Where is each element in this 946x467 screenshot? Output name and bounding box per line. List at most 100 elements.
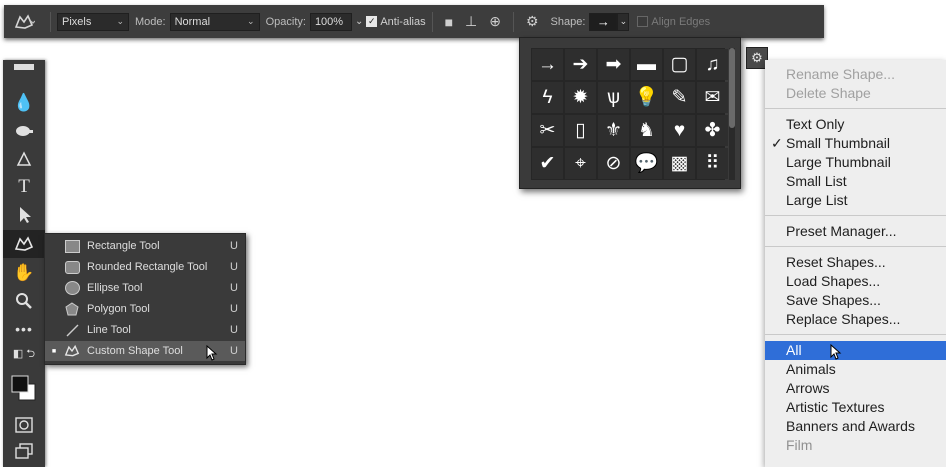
- starburst-icon[interactable]: ✹: [565, 82, 596, 113]
- fleur-de-lis-icon[interactable]: ⚜: [598, 115, 629, 146]
- path-arrangement-icon[interactable]: ⊕: [489, 13, 501, 30]
- menu-item-large-list[interactable]: Large List: [765, 191, 946, 210]
- no-sign-icon[interactable]: ⊘: [598, 148, 629, 179]
- stamp-icon[interactable]: ▯: [565, 115, 596, 146]
- grass-icon[interactable]: ѱ: [598, 82, 629, 113]
- menu-item-label: Text Only: [786, 116, 845, 132]
- polygon-icon: [63, 302, 81, 316]
- menu-item-arrows[interactable]: Arrows: [765, 379, 946, 398]
- envelope-icon[interactable]: ✉: [697, 82, 728, 113]
- menu-item-label: Large Thumbnail: [786, 154, 891, 170]
- menu-item-all[interactable]: All: [765, 341, 946, 360]
- rounded-rectangle-icon: [63, 260, 81, 274]
- more-icon[interactable]: •••: [3, 316, 45, 342]
- align-edges-label: Align Edges: [651, 15, 711, 28]
- menu-item-banners-and-awards[interactable]: Banners and Awards: [765, 417, 946, 436]
- checkmark-icon[interactable]: ✔: [532, 148, 563, 179]
- arrow-bold-icon[interactable]: ➔: [565, 49, 596, 80]
- antialias-checkbox[interactable]: ✓: [366, 16, 378, 27]
- menu-item-animals[interactable]: Animals: [765, 360, 946, 379]
- hand-icon[interactable]: ✋: [3, 260, 45, 286]
- lightbulb-icon[interactable]: 💡: [631, 82, 662, 113]
- shape-picker-panel: → ➔ ➡ ▬ ▢ ♫ ϟ ✹ ѱ 💡 ✎ ✉ ✂ ▯ ⚜ ♞ ♥ ✤ ✔ ⌖ ⊘ 💬 ▩ ⠿: [519, 37, 741, 189]
- opacity-value: 100%: [314, 15, 344, 28]
- path-operations-icon[interactable]: ■: [445, 14, 453, 30]
- shape-label: Shape:: [550, 15, 586, 28]
- menu-item-preset-manager[interactable]: Preset Manager...: [765, 222, 946, 241]
- dots-icon[interactable]: ⠿: [697, 148, 728, 179]
- divider: [431, 11, 433, 32]
- mouse-cursor-icon: [830, 344, 842, 360]
- opacity-field[interactable]: 100%: [309, 12, 352, 31]
- flyout-item-shortcut: U: [230, 261, 238, 273]
- menu-item-text-only[interactable]: Text Only: [765, 115, 946, 134]
- puzzle-icon[interactable]: ✤: [697, 115, 728, 146]
- line-icon: [63, 323, 81, 337]
- banner-icon[interactable]: ▬: [631, 49, 662, 80]
- flyout-item-ellipse-tool[interactable]: Ellipse Tool U: [45, 278, 245, 298]
- scrollbar-thumb[interactable]: [729, 48, 735, 128]
- menu-divider: [765, 108, 946, 109]
- menu-item-rename-shape: Rename Shape...: [765, 65, 946, 84]
- menu-item-small-list[interactable]: Small List: [765, 172, 946, 191]
- menu-item-large-thumbnail[interactable]: Large Thumbnail: [765, 153, 946, 172]
- screen-mode-icon[interactable]: [3, 438, 45, 464]
- shape-picker-dropdown[interactable]: ⌄: [617, 12, 630, 31]
- menu-divider: [765, 334, 946, 335]
- cat-icon[interactable]: ♞: [631, 115, 662, 146]
- blend-mode-value: Normal: [174, 15, 211, 28]
- swap-colors-icon[interactable]: ◧ ⮌: [3, 344, 45, 364]
- custom-shape-icon[interactable]: [4, 13, 44, 31]
- flyout-item-label: Custom Shape Tool: [87, 345, 183, 357]
- crosshair-icon[interactable]: ⌖: [565, 148, 596, 179]
- lightning-icon[interactable]: ϟ: [532, 82, 563, 113]
- blur-drop-icon[interactable]: 💧: [3, 90, 45, 116]
- menu-item-reset-shapes[interactable]: Reset Shapes...: [765, 253, 946, 272]
- custom-shape-icon[interactable]: [3, 230, 45, 258]
- arrow-heavy-icon[interactable]: ➡: [598, 49, 629, 80]
- flyout-item-line-tool[interactable]: Line Tool U: [45, 320, 245, 340]
- tools-panel: 💧 T ✋ ••• ◧ ⮌: [3, 60, 45, 467]
- align-edges-checkbox[interactable]: [637, 16, 649, 27]
- speech-bubble-icon[interactable]: 💬: [631, 148, 662, 179]
- zoom-icon[interactable]: [3, 288, 45, 314]
- flyout-item-shortcut: U: [230, 345, 238, 357]
- dodge-icon[interactable]: [3, 118, 45, 144]
- blend-mode-select[interactable]: Normal ⌄: [169, 12, 260, 31]
- pen-icon[interactable]: [3, 146, 45, 172]
- music-note-icon[interactable]: ♫: [697, 49, 728, 80]
- menu-item-film[interactable]: Film: [765, 436, 946, 455]
- arrow-thin-icon[interactable]: →: [532, 49, 563, 80]
- path-alignment-icon[interactable]: ⊥: [465, 13, 477, 30]
- scissors-icon[interactable]: ✂: [532, 115, 563, 146]
- opacity-dropdown-icon[interactable]: ⌄: [355, 16, 363, 27]
- divider: [512, 11, 514, 32]
- color-swatches-icon[interactable]: [3, 368, 45, 408]
- menu-item-label: Arrows: [786, 380, 830, 396]
- pin-icon[interactable]: ✎: [664, 82, 695, 113]
- frame-icon[interactable]: ▢: [664, 49, 695, 80]
- menu-item-small-thumbnail[interactable]: ✓ Small Thumbnail: [765, 134, 946, 153]
- menu-item-replace-shapes[interactable]: Replace Shapes...: [765, 310, 946, 329]
- flyout-item-rounded-rectangle-tool[interactable]: Rounded Rectangle Tool U: [45, 257, 245, 277]
- flyout-item-polygon-tool[interactable]: Polygon Tool U: [45, 299, 245, 319]
- chevron-down-icon: ⌄: [116, 16, 124, 26]
- shape-picker-button[interactable]: →: [589, 12, 618, 31]
- heart-icon[interactable]: ♥: [664, 115, 695, 146]
- tool-partial[interactable]: [3, 60, 45, 74]
- type-icon[interactable]: T: [3, 174, 45, 200]
- menu-item-artistic-textures[interactable]: Artistic Textures: [765, 398, 946, 417]
- tool-mode-select[interactable]: Pixels ⌄: [57, 12, 129, 31]
- menu-item-label: Artistic Textures: [786, 399, 885, 415]
- menu-divider: [765, 215, 946, 216]
- menu-item-load-shapes[interactable]: Load Shapes...: [765, 272, 946, 291]
- quick-mask-icon[interactable]: [3, 412, 45, 438]
- flyout-item-rectangle-tool[interactable]: Rectangle Tool U: [45, 236, 245, 256]
- menu-item-label: Small List: [786, 173, 847, 189]
- menu-item-save-shapes[interactable]: Save Shapes...: [765, 291, 946, 310]
- shape-picker-scrollbar[interactable]: [729, 48, 735, 180]
- path-selection-icon[interactable]: [3, 202, 45, 228]
- gear-icon[interactable]: ⚙: [526, 13, 539, 30]
- grid-texture-icon[interactable]: ▩: [664, 148, 695, 179]
- menu-item-label: Reset Shapes...: [786, 254, 886, 270]
